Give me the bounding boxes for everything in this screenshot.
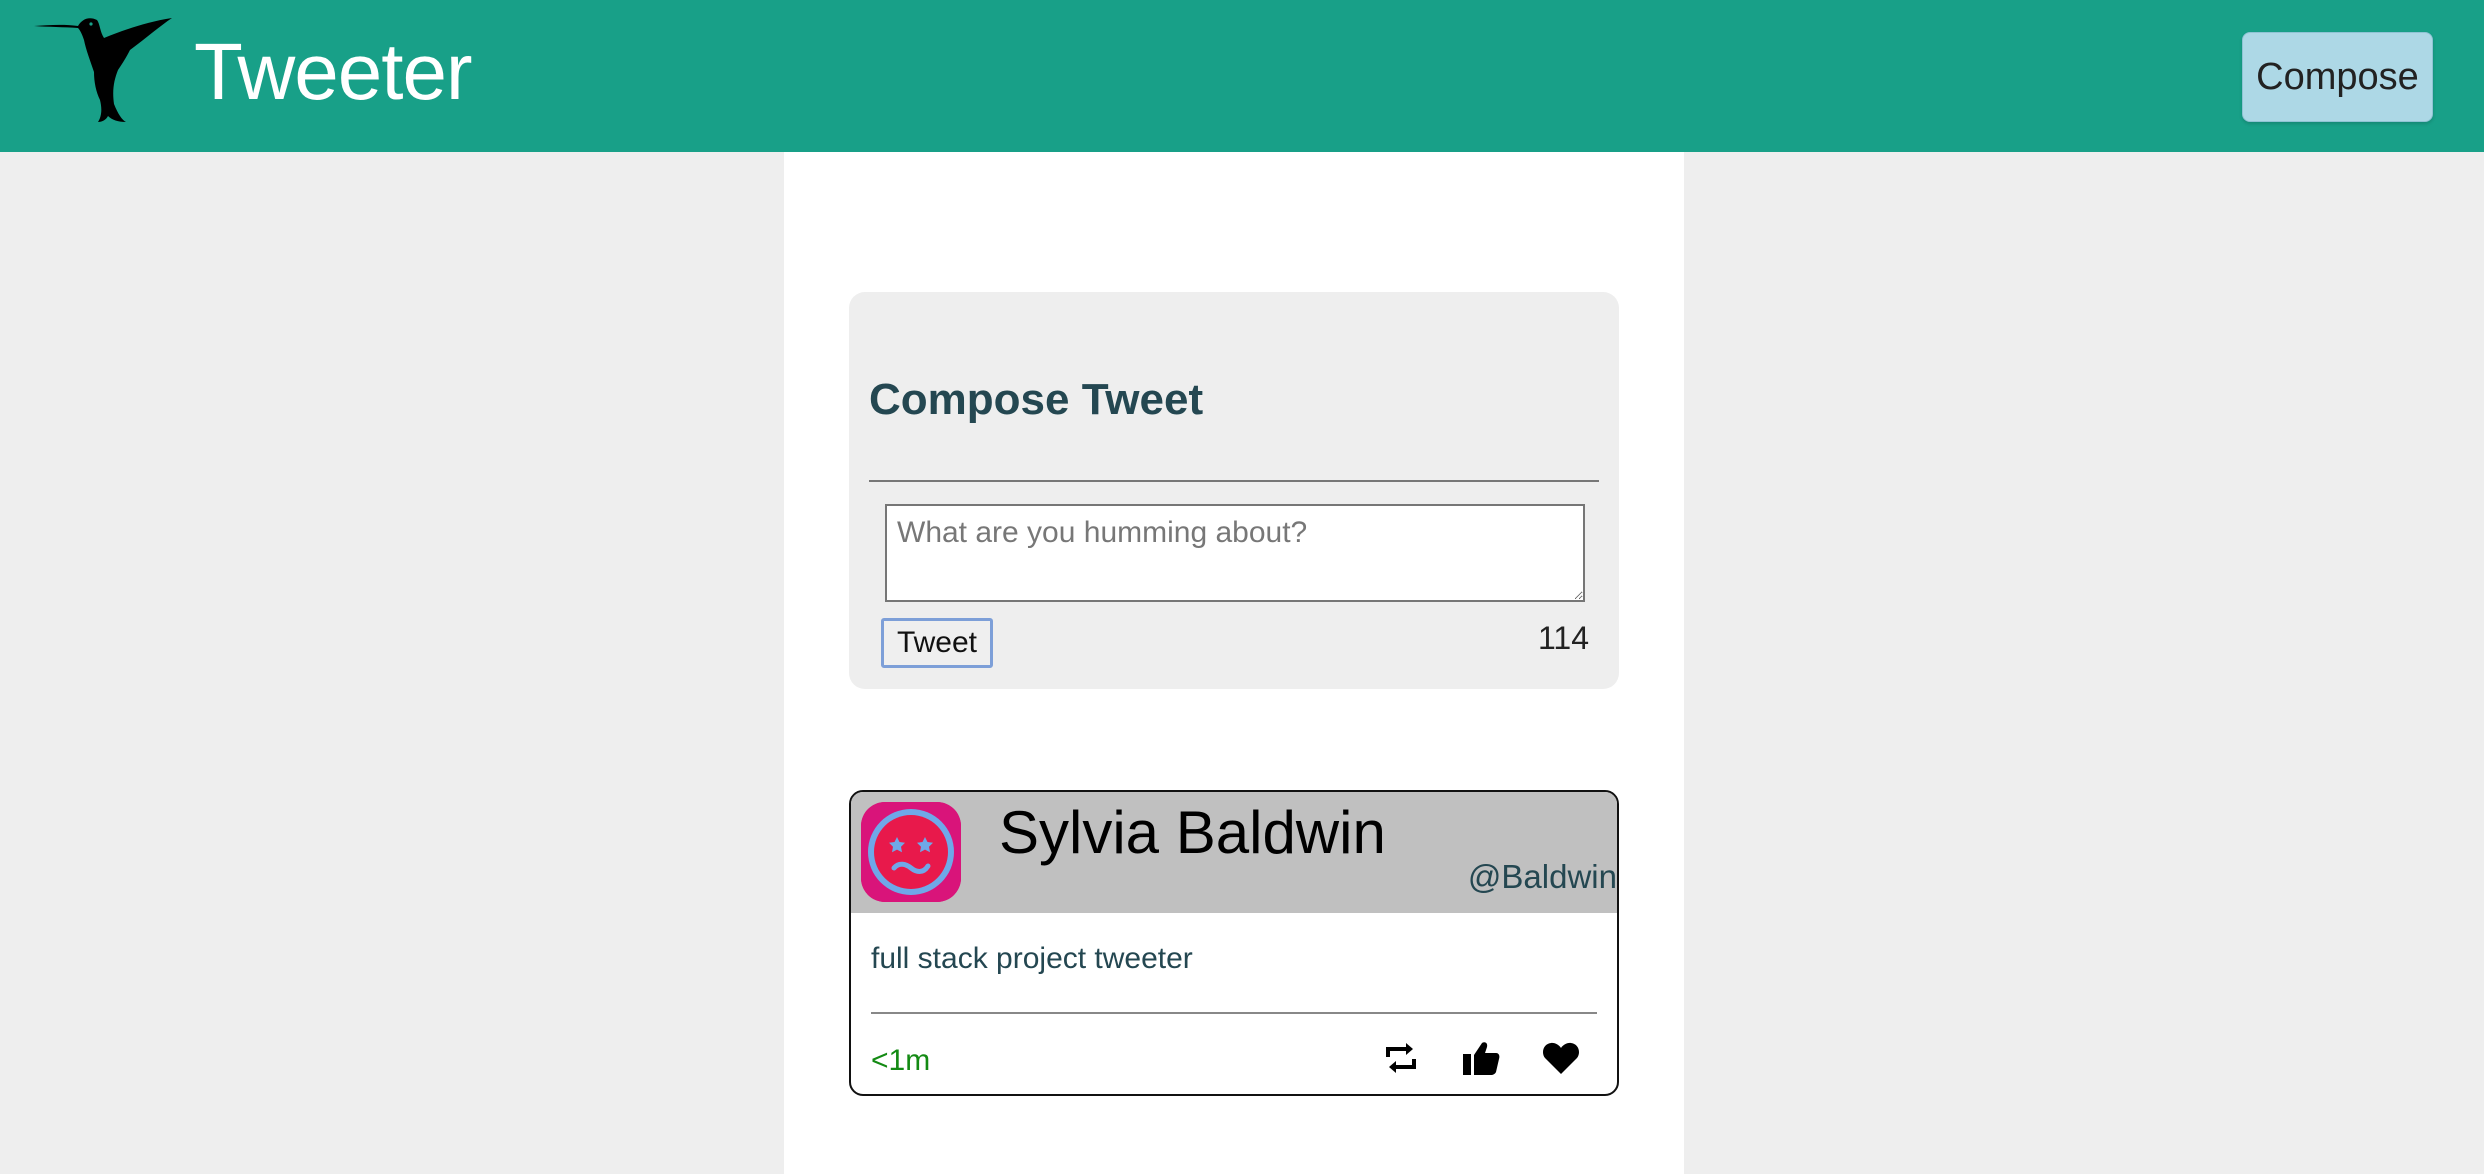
tweet-submit-button[interactable]: Tweet bbox=[881, 618, 993, 668]
avatar bbox=[861, 802, 961, 902]
tweet-header: Sylvia Baldwin @Baldwin bbox=[851, 792, 1617, 913]
brand-title: Tweeter bbox=[194, 27, 473, 116]
compose-title: Compose Tweet bbox=[869, 375, 1204, 424]
tweet-timestamp: <1m bbox=[871, 1044, 931, 1077]
main-container: Compose Tweet Tweet 114 Sylvia Baldwin @… bbox=[784, 152, 1684, 1174]
avatar-face-icon bbox=[861, 802, 961, 902]
retweet-icon[interactable] bbox=[1381, 1038, 1421, 1078]
compose-nav-button[interactable]: Compose bbox=[2242, 32, 2433, 122]
char-counter: 114 bbox=[1537, 620, 1589, 656]
hummingbird-icon bbox=[34, 18, 172, 122]
navbar: Tweeter Compose bbox=[0, 0, 2484, 152]
compose-tweet-section: Compose Tweet Tweet 114 bbox=[849, 292, 1619, 689]
tweet-content: full stack project tweeter bbox=[871, 942, 1193, 975]
tweet-card: Sylvia Baldwin @Baldwin full stack proje… bbox=[849, 790, 1619, 1096]
user-handle: @Baldwin bbox=[1467, 858, 1617, 895]
tweet-divider bbox=[871, 1012, 1597, 1014]
heart-icon[interactable] bbox=[1541, 1038, 1581, 1078]
compose-divider bbox=[869, 480, 1599, 482]
thumbs-up-icon[interactable] bbox=[1461, 1038, 1501, 1078]
user-name: Sylvia Baldwin bbox=[999, 799, 1386, 866]
tweet-textarea[interactable] bbox=[885, 504, 1585, 602]
